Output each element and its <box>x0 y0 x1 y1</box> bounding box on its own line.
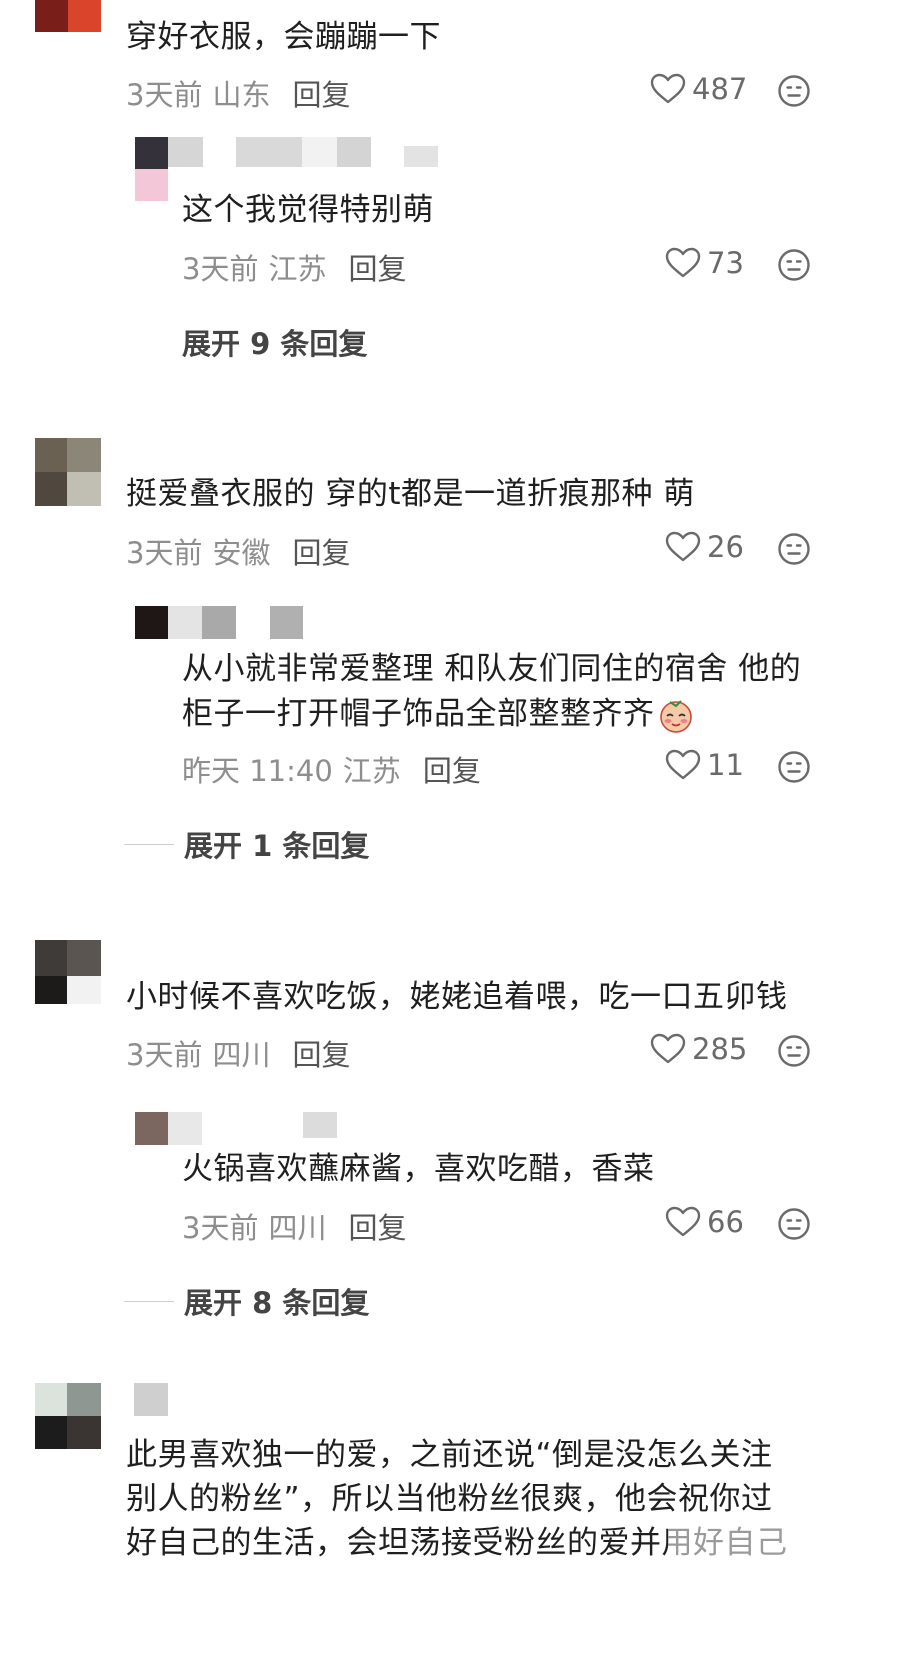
expand-label: 展开 1 条回复 <box>184 829 370 863</box>
comment-location: 山东 <box>212 78 271 112</box>
reply-meta: 3天前 江苏 回复 <box>182 246 406 288</box>
avatar <box>35 472 67 506</box>
heart-outline-icon <box>665 247 701 279</box>
like-count: 26 <box>707 530 744 564</box>
reply-text: 这个我觉得特别萌 <box>182 192 434 228</box>
username-redacted <box>404 146 438 167</box>
reply-text-line-1: 从小就非常爱整理 和队友们同住的宿舍 他的 <box>182 651 802 687</box>
comment-text-line-1: 此男喜欢独一的爱，之前还说“倒是没怎么关注 <box>126 1437 773 1473</box>
expand-replies-button[interactable]: 展开 9 条回复 <box>182 321 367 363</box>
expand-replies-button[interactable]: 展开 1 条回复 <box>124 823 369 865</box>
reply-button[interactable]: 回复 <box>292 72 350 114</box>
avatar[interactable] <box>135 1112 168 1145</box>
heart-outline-icon <box>665 1206 701 1238</box>
reply-button[interactable]: 回复 <box>423 748 481 790</box>
reply-button[interactable]: 回复 <box>292 530 350 572</box>
reply-text-line-2: 柜子一打开帽子饰品全部整整齐齐 <box>182 691 695 738</box>
expand-label: 展开 9 条回复 <box>182 327 368 361</box>
reply-button[interactable]: 回复 <box>348 1205 406 1247</box>
username-redacted <box>202 606 236 639</box>
expand-label: 展开 8 条回复 <box>184 1286 370 1320</box>
like-button[interactable]: 487 <box>650 72 747 106</box>
heart-outline-icon <box>650 1033 686 1065</box>
expand-replies-button[interactable]: 展开 8 条回复 <box>124 1280 369 1322</box>
like-button[interactable]: 285 <box>650 1032 747 1066</box>
neutral-face-icon[interactable] <box>777 1207 811 1241</box>
comment-text: 挺爱叠衣服的 穿的t都是一道折痕那种 萌 <box>126 476 695 512</box>
avatar <box>67 940 101 976</box>
avatar <box>67 1416 101 1449</box>
reply-time: 3天前 <box>182 1211 259 1245</box>
like-button[interactable]: 73 <box>665 246 744 280</box>
username-redacted <box>302 137 337 167</box>
like-count: 66 <box>707 1205 744 1239</box>
neutral-face-icon[interactable] <box>777 74 811 108</box>
heart-outline-icon <box>665 749 701 781</box>
avatar[interactable] <box>35 940 67 976</box>
avatar <box>35 0 68 32</box>
like-button[interactable]: 26 <box>665 530 744 564</box>
like-count: 73 <box>707 246 744 280</box>
neutral-face-icon[interactable] <box>777 532 811 566</box>
heart-outline-icon <box>650 73 686 105</box>
avatar[interactable] <box>135 606 168 639</box>
avatar <box>67 976 101 1004</box>
username-redacted <box>337 137 371 167</box>
comment-2: 挺爱叠衣服的 穿的t都是一道折痕那种 萌 3天前 安徽 回复 26 从小就非常爱… <box>0 420 917 880</box>
reply-location: 江苏 <box>268 252 327 286</box>
comment-meta: 3天前 四川 回复 <box>126 1032 350 1074</box>
username-redacted <box>236 137 302 167</box>
username-redacted <box>168 1112 202 1145</box>
username-redacted <box>270 606 303 639</box>
reply-meta: 3天前 四川 回复 <box>182 1205 406 1247</box>
comment-4: 此男喜欢独一的爱，之前还说“倒是没怎么关注 别人的粉丝”，所以当他粉丝很爽，他会… <box>0 1375 917 1675</box>
username-redacted <box>303 1112 337 1138</box>
username-redacted <box>134 1383 168 1416</box>
avatar <box>35 976 67 1004</box>
avatar <box>67 472 101 506</box>
neutral-face-icon[interactable] <box>777 248 811 282</box>
reply-time: 昨天 11:40 <box>182 754 333 788</box>
heart-outline-icon <box>665 531 701 563</box>
comment-location: 安徽 <box>212 536 271 570</box>
reply-text: 火锅喜欢蘸麻酱，喜欢吃醋，香菜 <box>182 1151 655 1187</box>
avatar <box>67 1383 101 1416</box>
divider-line <box>124 843 174 845</box>
like-count: 487 <box>692 72 748 106</box>
comment-3: 小时候不喜欢吃饭，姥姥追着喂，吃一口五卯钱 3天前 四川 回复 285 火锅喜欢… <box>0 930 917 1350</box>
reply-button[interactable]: 回复 <box>292 1032 350 1074</box>
avatar <box>67 438 101 472</box>
reply-button[interactable]: 回复 <box>348 246 406 288</box>
reply-meta: 昨天 11:40 江苏 回复 <box>182 748 481 790</box>
comment-text-line-2: 别人的粉丝”，所以当他粉丝很爽，他会祝你过 <box>126 1481 773 1517</box>
avatar[interactable] <box>35 1383 67 1416</box>
like-button[interactable]: 66 <box>665 1205 744 1239</box>
avatar <box>35 1416 67 1449</box>
comment-meta: 3天前 山东 回复 <box>126 72 350 114</box>
divider-line <box>124 1300 174 1302</box>
neutral-face-icon[interactable] <box>777 750 811 784</box>
comment-text: 小时候不喜欢吃饭，姥姥追着喂，吃一口五卯钱 <box>126 979 788 1015</box>
comment-1: 穿好衣服，会蹦蹦一下 3天前 山东 回复 487 这个我觉得特别萌 3天前 江苏… <box>0 0 917 370</box>
avatar[interactable] <box>135 137 168 169</box>
comment-time: 3天前 <box>126 536 203 570</box>
avatar <box>135 169 168 201</box>
like-count: 11 <box>707 748 744 782</box>
comment-time: 3天前 <box>126 1038 203 1072</box>
comment-meta: 3天前 安徽 回复 <box>126 530 350 572</box>
reply-location: 江苏 <box>342 754 401 788</box>
reply-location: 四川 <box>268 1211 327 1245</box>
watermark <box>668 1525 883 1565</box>
like-count: 285 <box>692 1032 748 1066</box>
avatar[interactable] <box>35 438 67 472</box>
comment-time: 3天前 <box>126 78 203 112</box>
like-button[interactable]: 11 <box>665 748 744 782</box>
username-redacted <box>168 606 202 639</box>
comment-location: 四川 <box>212 1038 271 1072</box>
reply-time: 3天前 <box>182 252 259 286</box>
blushing-face-emoji <box>659 699 692 733</box>
username-redacted <box>168 137 203 167</box>
neutral-face-icon[interactable] <box>777 1034 811 1068</box>
comment-text: 穿好衣服，会蹦蹦一下 <box>126 19 441 55</box>
